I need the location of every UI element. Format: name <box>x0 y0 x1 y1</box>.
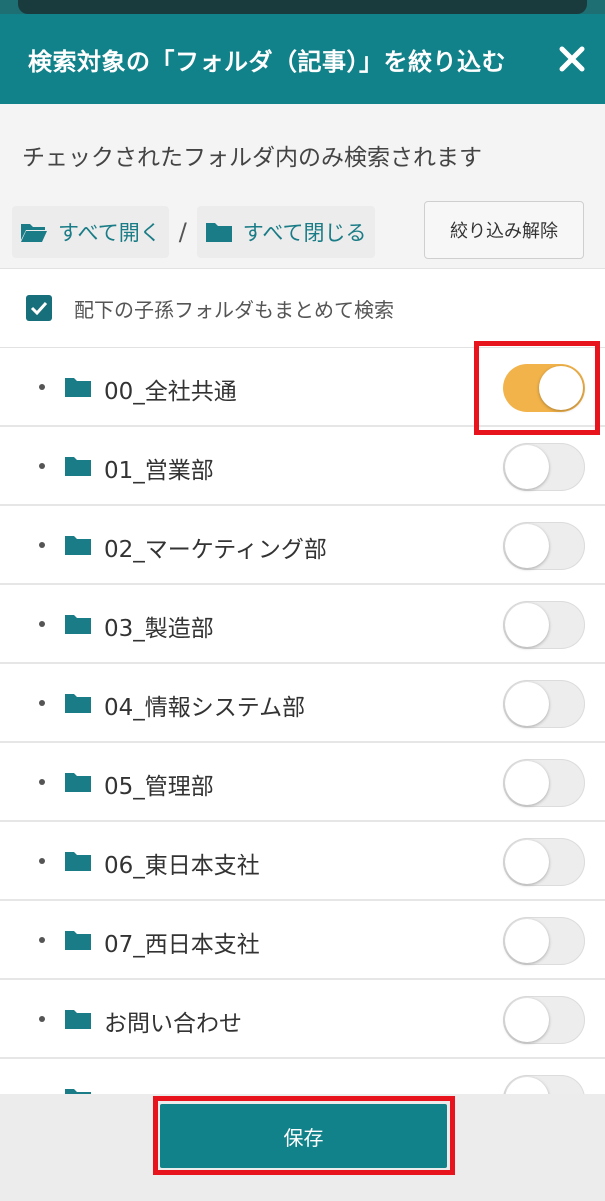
folder-toggle[interactable] <box>503 443 585 491</box>
folder-icon <box>65 773 91 792</box>
bullet <box>39 700 45 706</box>
folder-row[interactable]: 02_マーケティング部 <box>0 506 605 585</box>
folder-name: 00_全社共通 <box>104 379 237 405</box>
include-descendants-row[interactable]: 配下の子孫フォルダもまとめて検索 <box>0 268 605 348</box>
folder-icon <box>65 615 91 634</box>
folder-toggle[interactable] <box>503 522 585 570</box>
bullet <box>39 1016 45 1022</box>
expand-all-button[interactable]: すべて開く <box>12 206 169 258</box>
bullet <box>39 937 45 943</box>
highlight-toggle-box <box>474 341 600 435</box>
folder-toggle[interactable] <box>503 996 585 1044</box>
folder-icon <box>65 694 91 713</box>
folder-icon <box>65 457 91 476</box>
folder-icon <box>65 852 91 871</box>
folder-icon <box>65 378 91 397</box>
folder-name: 05_管理部 <box>104 774 214 800</box>
folder-name: 06_東日本支社 <box>104 853 260 879</box>
folder-row[interactable]: 01_営業部 <box>0 427 605 506</box>
close-icon[interactable] <box>555 42 589 76</box>
top-strip <box>0 0 605 14</box>
folder-icon <box>65 931 91 950</box>
collapse-all-label: すべて閉じる <box>242 221 367 245</box>
bullet <box>39 542 45 548</box>
folder-toggle[interactable] <box>503 601 585 649</box>
modal-title: 検索対象の「フォルダ（記事）」を絞り込む <box>28 47 506 76</box>
folder-row[interactable]: 03_製造部 <box>0 585 605 664</box>
folder-toggle[interactable] <box>503 759 585 807</box>
collapse-all-button[interactable]: すべて閉じる <box>196 206 375 258</box>
folder-name: 07_西日本支社 <box>104 932 260 958</box>
modal-header: 検索対象の「フォルダ（記事）」を絞り込む <box>0 14 605 104</box>
folder-toggle[interactable] <box>503 680 585 728</box>
include-descendants-checkbox[interactable] <box>26 295 52 321</box>
folder-icon <box>65 1010 91 1029</box>
folder-name: 04_情報システム部 <box>104 695 306 721</box>
folder-toggle[interactable] <box>503 838 585 886</box>
bullet <box>39 384 45 390</box>
folder-row[interactable]: 04_情報システム部 <box>0 664 605 743</box>
filter-description: チェックされたフォルダ内のみ検索されます <box>22 145 482 171</box>
clear-filter-button[interactable]: 絞り込み解除 <box>424 201 584 259</box>
folder-open-icon <box>21 224 47 242</box>
bullet <box>39 621 45 627</box>
separator: / <box>178 218 187 246</box>
expand-all-label: すべて開く <box>58 221 161 245</box>
folder-icon <box>205 223 232 242</box>
folder-row[interactable]: 06_東日本支社 <box>0 822 605 901</box>
expand-collapse-controls: すべて開く / すべて閉じる <box>12 206 375 258</box>
folder-row[interactable]: お問い合わせ <box>0 980 605 1059</box>
folder-icon <box>65 536 91 555</box>
folder-row[interactable]: 07_西日本支社 <box>0 901 605 980</box>
folder-toggle[interactable] <box>503 917 585 965</box>
folder-name: 01_営業部 <box>104 458 214 484</box>
folder-name: 03_製造部 <box>104 616 214 642</box>
include-descendants-label: 配下の子孫フォルダもまとめて検索 <box>74 297 394 322</box>
folder-name: お問い合わせ <box>104 1011 242 1037</box>
folder-name: 02_マーケティング部 <box>104 537 327 563</box>
folder-row[interactable]: 05_管理部 <box>0 743 605 822</box>
bullet <box>39 463 45 469</box>
check-icon <box>30 301 48 315</box>
highlight-save-box <box>153 1096 455 1175</box>
bullet <box>39 858 45 864</box>
bullet <box>39 779 45 785</box>
